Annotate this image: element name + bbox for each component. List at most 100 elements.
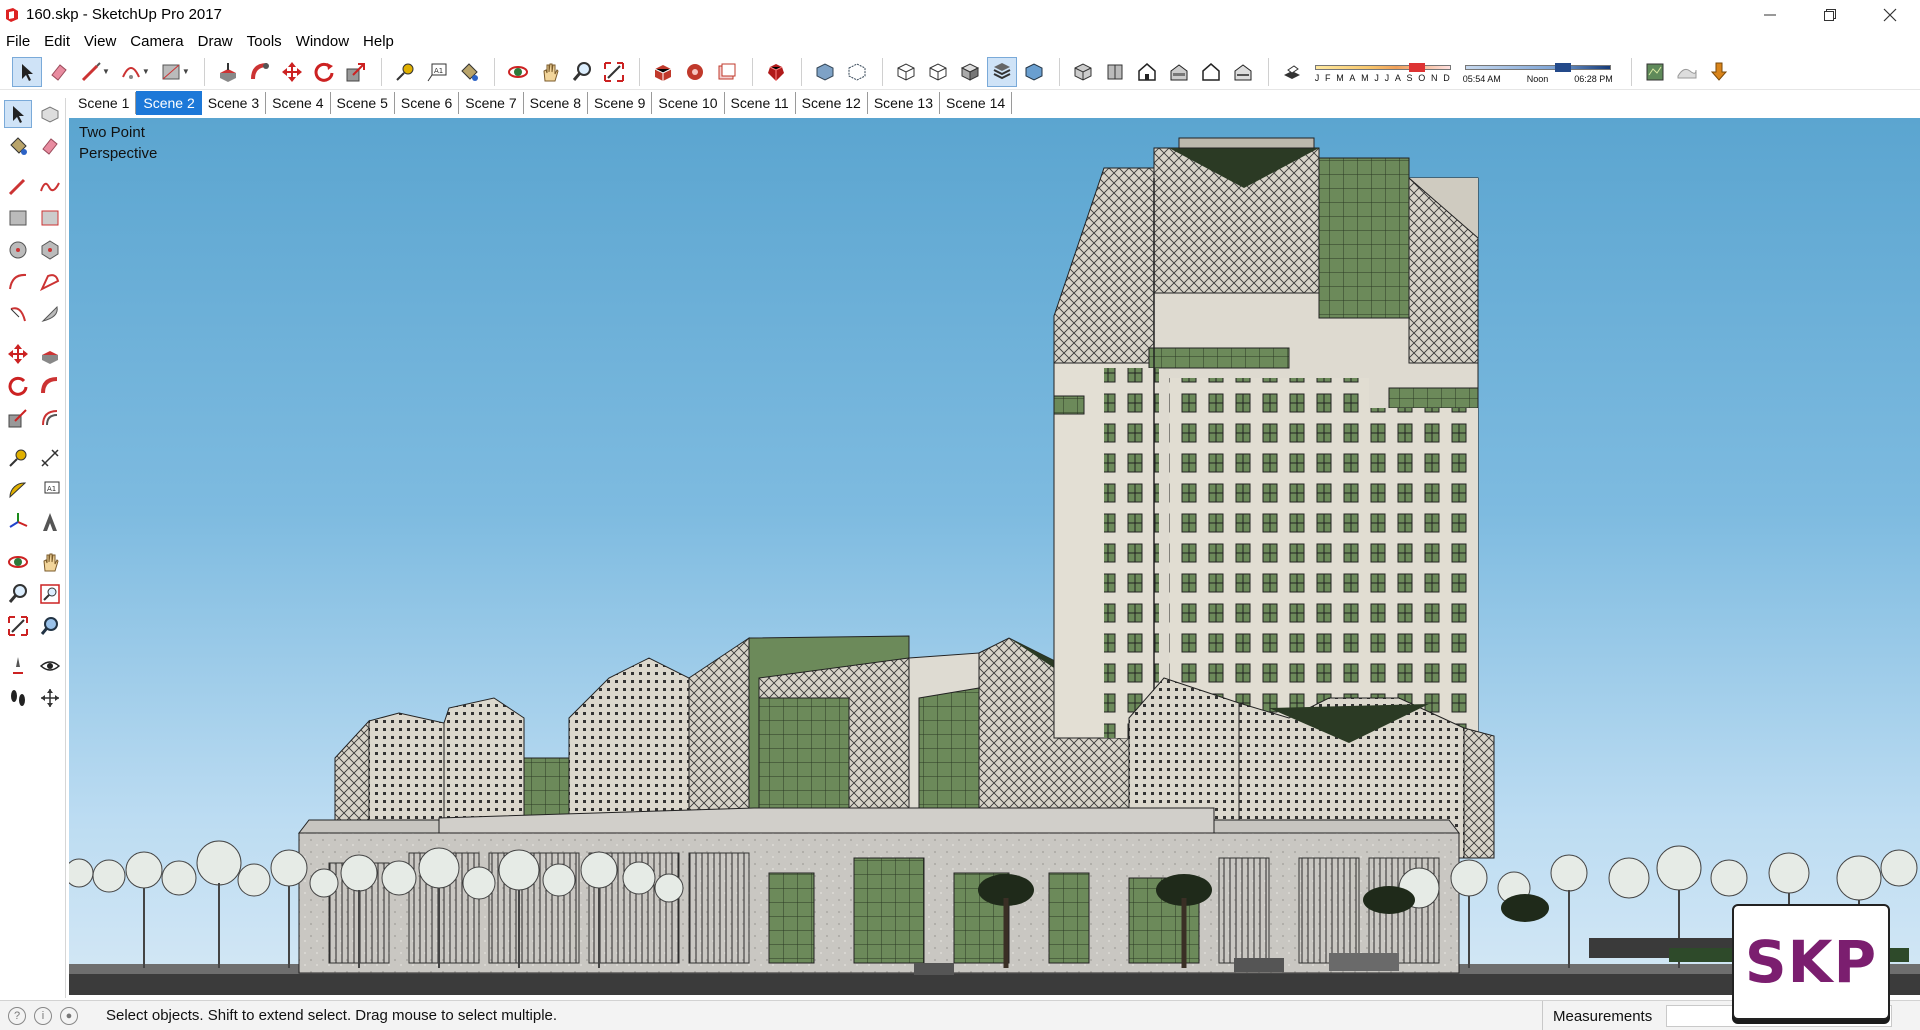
- follow-me-tool-button[interactable]: [245, 57, 275, 87]
- left-view-button[interactable]: [1228, 57, 1258, 87]
- two-point-arc-tool-button[interactable]: [36, 268, 64, 296]
- menu-view[interactable]: View: [77, 29, 123, 54]
- scene-tab[interactable]: Scene 8: [524, 91, 588, 114]
- select-tool-button[interactable]: [12, 56, 42, 87]
- push-pull-tool-button[interactable]: [36, 340, 64, 368]
- month-slider[interactable]: J F M A M J J A S O N D: [1313, 57, 1453, 87]
- eraser-tool-button[interactable]: [44, 57, 74, 87]
- minimize-button[interactable]: [1740, 0, 1800, 29]
- menu-tools[interactable]: Tools: [240, 29, 289, 54]
- offset-tool-button[interactable]: [36, 404, 64, 432]
- layout-button[interactable]: [712, 57, 742, 87]
- line-dropdown-arrow[interactable]: ▼: [102, 67, 110, 76]
- make-component-button[interactable]: [36, 100, 64, 128]
- move-tool-button[interactable]: [277, 57, 307, 87]
- previous-view-button[interactable]: [36, 612, 64, 640]
- scene-tab[interactable]: Scene 14: [940, 91, 1013, 114]
- scene-tab[interactable]: Scene 9: [588, 91, 653, 114]
- 3d-text-tool-button[interactable]: [36, 508, 64, 536]
- circle-tool-button[interactable]: [4, 236, 32, 264]
- follow-me-tool-button[interactable]: [36, 372, 64, 400]
- text-tool-button[interactable]: A1: [36, 476, 64, 504]
- close-button[interactable]: [1860, 0, 1920, 29]
- pie-tool-button[interactable]: [36, 300, 64, 328]
- menu-draw[interactable]: Draw: [191, 29, 240, 54]
- extension-warehouse-button[interactable]: [680, 57, 710, 87]
- scale-tool-button[interactable]: [341, 57, 371, 87]
- back-edges-button[interactable]: [842, 57, 872, 87]
- dimension-tool-button[interactable]: [36, 444, 64, 472]
- scene-tab[interactable]: Scene 1: [72, 91, 137, 114]
- menu-window[interactable]: Window: [289, 29, 356, 54]
- scene-tab[interactable]: Scene 7: [459, 91, 524, 114]
- time-slider[interactable]: 05:54 AM Noon 06:28 PM: [1463, 57, 1613, 87]
- freehand-tool-button[interactable]: [36, 172, 64, 200]
- top-view-button[interactable]: [1100, 57, 1130, 87]
- pan-tool-button[interactable]: [36, 548, 64, 576]
- restore-button[interactable]: [1800, 0, 1860, 29]
- position-camera-tool-button[interactable]: [4, 652, 32, 680]
- credits-status-icon[interactable]: i: [34, 1006, 52, 1025]
- xray-button[interactable]: [810, 57, 840, 87]
- zoom-window-tool-button[interactable]: [36, 580, 64, 608]
- scene-tab[interactable]: Scene 4: [266, 91, 331, 114]
- scene-tab[interactable]: Scene 11: [725, 91, 796, 114]
- zoom-tool-button[interactable]: [567, 57, 597, 87]
- tape-measure-tool-button[interactable]: [390, 57, 420, 87]
- scene-tab[interactable]: Scene 6: [395, 91, 460, 114]
- push-pull-tool-button[interactable]: [213, 57, 243, 87]
- move-tool-button[interactable]: [4, 340, 32, 368]
- geolocation-button[interactable]: [1640, 57, 1670, 87]
- scene-tab[interactable]: Scene 3: [202, 91, 267, 114]
- sandbox-button[interactable]: [1672, 57, 1702, 87]
- zoom-extents-tool-button[interactable]: [599, 57, 629, 87]
- scale-tool-button[interactable]: [4, 404, 32, 432]
- paint-bucket-tool-button[interactable]: [4, 132, 32, 160]
- scene-tab[interactable]: Scene 5: [331, 91, 395, 114]
- arc-dropdown-arrow[interactable]: ▼: [142, 67, 150, 76]
- back-view-button[interactable]: [1196, 57, 1226, 87]
- polygon-tool-button[interactable]: [36, 236, 64, 264]
- zoom-tool-button[interactable]: [4, 580, 32, 608]
- scene-tab[interactable]: Scene 12: [796, 91, 868, 114]
- shaded-textures-button[interactable]: [986, 56, 1017, 87]
- shape-dropdown-arrow[interactable]: ▼: [182, 67, 190, 76]
- zoom-extents-tool-button[interactable]: [4, 612, 32, 640]
- iso-view-button[interactable]: [1068, 57, 1098, 87]
- monochrome-button[interactable]: [1019, 57, 1049, 87]
- menu-help[interactable]: Help: [356, 29, 401, 54]
- protractor-tool-button[interactable]: [4, 476, 32, 504]
- shaded-button[interactable]: [955, 57, 985, 87]
- select-tool-button[interactable]: [4, 100, 32, 128]
- scene-tab-active[interactable]: Scene 2: [136, 90, 202, 115]
- section-plane-tool-button[interactable]: [36, 684, 64, 712]
- front-view-button[interactable]: [1132, 57, 1162, 87]
- menu-file[interactable]: File: [0, 29, 37, 54]
- look-around-tool-button[interactable]: [36, 652, 64, 680]
- orbit-tool-button[interactable]: [503, 57, 533, 87]
- pan-tool-button[interactable]: [535, 57, 565, 87]
- menu-camera[interactable]: Camera: [123, 29, 190, 54]
- rectangle-tool-button[interactable]: [4, 204, 32, 232]
- time-slider-thumb[interactable]: [1554, 62, 1571, 72]
- download-button[interactable]: [1704, 57, 1734, 87]
- eraser-tool-button[interactable]: [36, 132, 64, 160]
- right-view-button[interactable]: [1164, 57, 1194, 87]
- geolocation-status-icon[interactable]: ?: [8, 1006, 26, 1025]
- tape-measure-tool-button[interactable]: [4, 444, 32, 472]
- walk-tool-button[interactable]: [4, 684, 32, 712]
- three-point-arc-tool-button[interactable]: [4, 300, 32, 328]
- model-viewport[interactable]: Two Point Perspective: [69, 118, 1920, 995]
- scene-tab[interactable]: Scene 10: [652, 91, 725, 114]
- axes-tool-button[interactable]: [4, 508, 32, 536]
- scene-tab[interactable]: Scene 13: [868, 91, 941, 114]
- arc-tool-button[interactable]: [4, 268, 32, 296]
- shadows-toggle-button[interactable]: [1277, 57, 1307, 87]
- menu-edit[interactable]: Edit: [37, 29, 77, 54]
- ruby-console-button[interactable]: [761, 57, 791, 87]
- line-tool-button[interactable]: [4, 172, 32, 200]
- rotate-tool-button[interactable]: [309, 57, 339, 87]
- paint-bucket-tool-button[interactable]: [454, 57, 484, 87]
- text-tool-button[interactable]: A1: [422, 57, 452, 87]
- month-slider-thumb[interactable]: [1408, 62, 1425, 72]
